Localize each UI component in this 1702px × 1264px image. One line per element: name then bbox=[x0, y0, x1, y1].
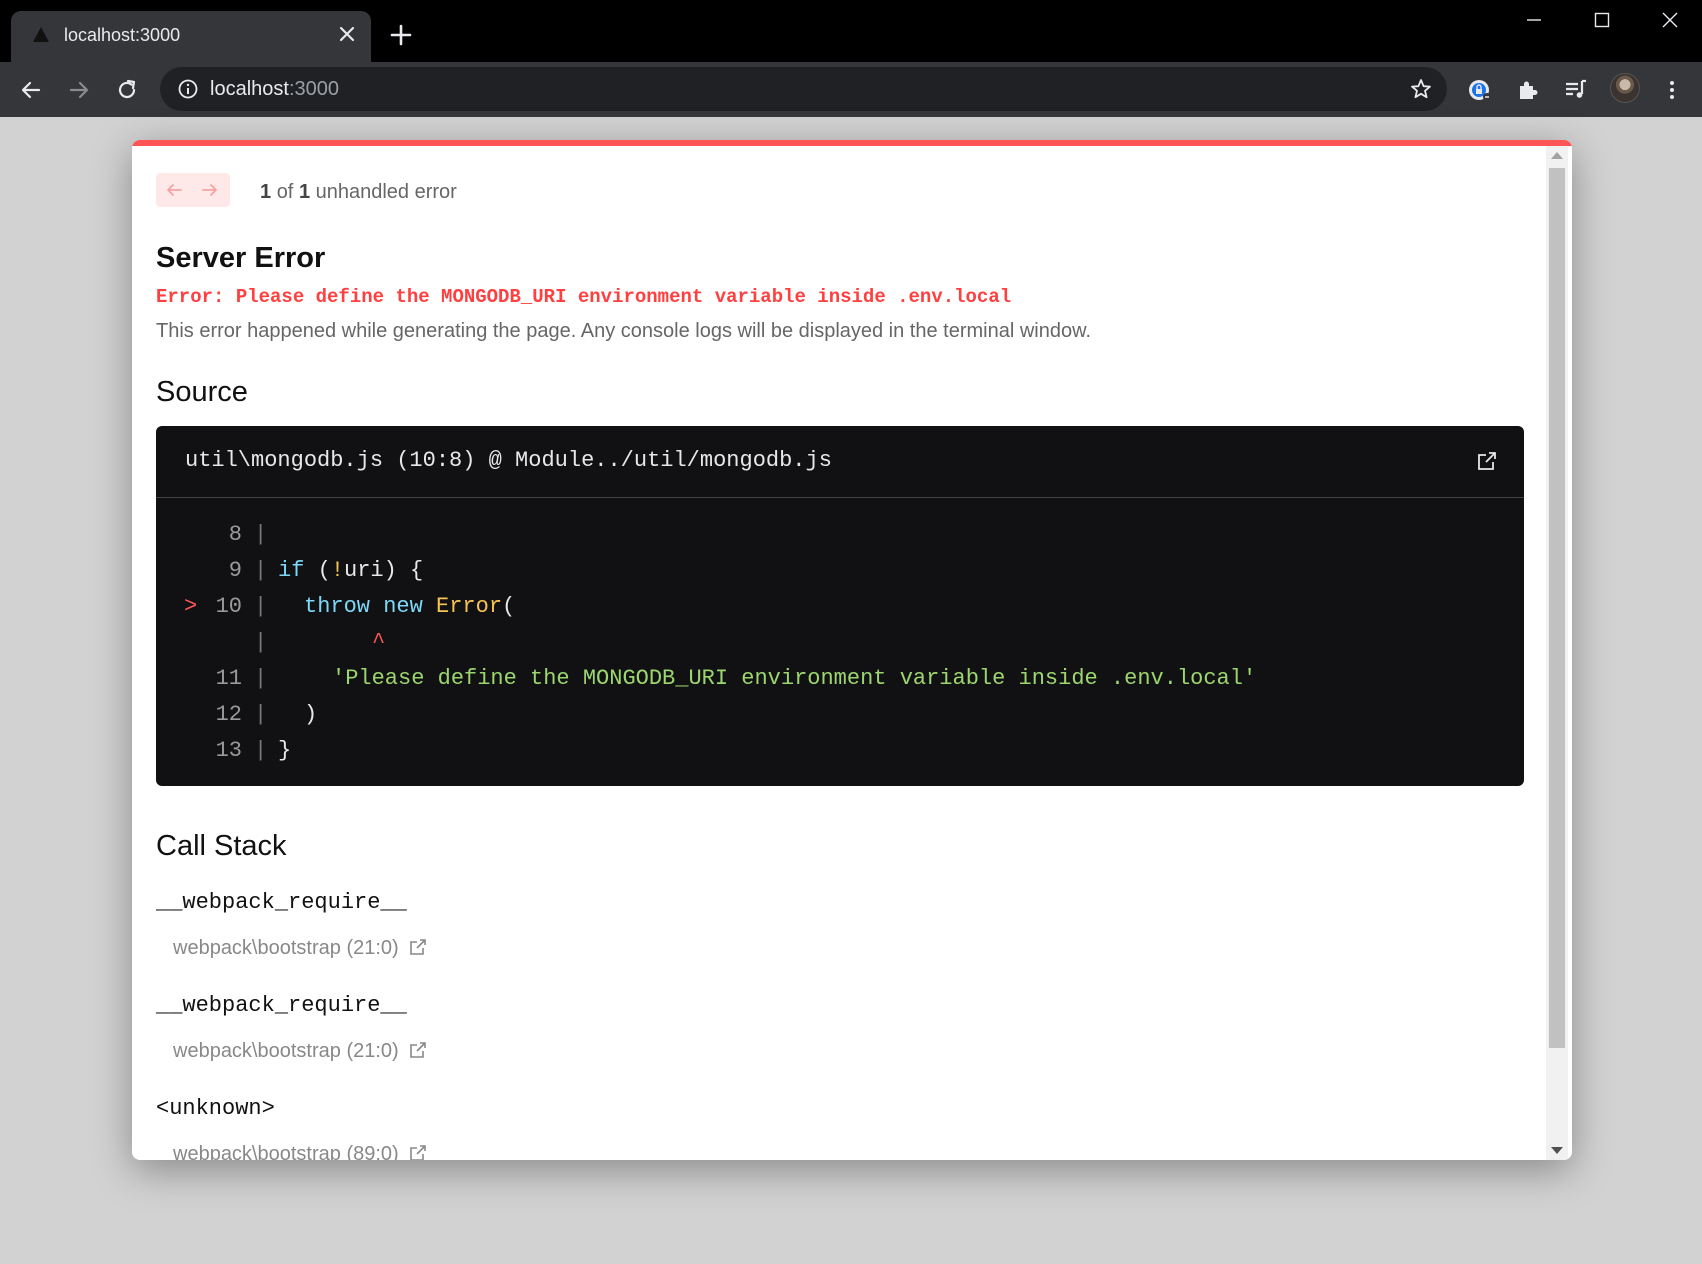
star-icon[interactable] bbox=[1409, 77, 1433, 106]
frame-location[interactable]: webpack\bootstrap (21:0) bbox=[173, 937, 427, 960]
line-number: 12 bbox=[215, 702, 242, 727]
puzzle-extensions-icon[interactable] bbox=[1512, 74, 1544, 106]
code-token: ( bbox=[502, 594, 516, 619]
line-number: 9 bbox=[228, 558, 242, 583]
line-number: 13 bbox=[215, 738, 242, 763]
code-token: } bbox=[278, 738, 292, 763]
error-count-suffix: unhandled error bbox=[315, 181, 457, 203]
kebab-menu-icon[interactable] bbox=[1656, 74, 1688, 106]
browser-toolbar: localhost:3000 bbox=[0, 62, 1702, 117]
code-line: 13 | } bbox=[156, 734, 1524, 770]
frame-function: <unknown> bbox=[156, 1096, 275, 1121]
line-gutter: | bbox=[254, 738, 268, 763]
media-queue-icon[interactable] bbox=[1560, 74, 1592, 106]
password-manager-icon[interactable] bbox=[1464, 74, 1496, 106]
line-number: 8 bbox=[228, 522, 242, 547]
back-arrow-icon[interactable] bbox=[15, 74, 47, 106]
frame-location-text: webpack\bootstrap (89:0) bbox=[173, 1143, 399, 1160]
plus-icon[interactable] bbox=[388, 22, 414, 48]
triangle-favicon-icon bbox=[33, 27, 49, 42]
error-count-total: 1 bbox=[298, 181, 311, 203]
line-text: throw new Error( bbox=[304, 594, 515, 619]
frame-location-text: webpack\bootstrap (21:0) bbox=[173, 1040, 399, 1062]
call-stack-frame[interactable]: __webpack_require__ webpack\bootstrap (2… bbox=[156, 993, 426, 1062]
source-heading: Source bbox=[156, 376, 248, 408]
code-token: ! bbox=[330, 558, 345, 583]
error-heading: Server Error bbox=[156, 242, 326, 274]
code-token: ( bbox=[304, 558, 331, 583]
code-line: 8 | bbox=[156, 518, 1524, 554]
external-link-icon[interactable] bbox=[409, 1041, 427, 1059]
error-message: Error: Please define the MONGODB_URI env… bbox=[156, 286, 1012, 308]
call-stack-heading: Call Stack bbox=[156, 830, 287, 862]
code-error-class: Error bbox=[436, 594, 503, 619]
code-line: 9 | if (!uri) { bbox=[156, 554, 1524, 590]
external-link-icon[interactable] bbox=[409, 938, 427, 956]
code-lines: 8 | 9 | if (!uri) { > 10 | throw new Err… bbox=[156, 518, 1524, 770]
forward-arrow-icon[interactable] bbox=[63, 74, 95, 106]
error-line-marker: > bbox=[184, 594, 198, 619]
url-port: :3000 bbox=[288, 78, 339, 100]
reload-icon[interactable] bbox=[111, 74, 143, 106]
line-gutter: | bbox=[254, 558, 268, 583]
code-string: 'Please define the MONGODB_URI environme… bbox=[332, 666, 1257, 691]
tab-title: localhost:3000 bbox=[64, 25, 181, 45]
frame-location-text: webpack\bootstrap (21:0) bbox=[173, 937, 399, 959]
browser-tab[interactable]: localhost:3000 bbox=[11, 11, 371, 62]
code-line: 12 | ) bbox=[156, 698, 1524, 734]
browser-titlebar: localhost:3000 bbox=[0, 0, 1702, 62]
prev-error-button[interactable] bbox=[160, 177, 188, 203]
source-code-header: util\mongodb.js (10:8) @ Module../util/m… bbox=[156, 426, 1524, 498]
frame-function: __webpack_require__ bbox=[156, 993, 407, 1018]
line-gutter: | bbox=[254, 594, 268, 619]
info-icon[interactable] bbox=[177, 78, 199, 105]
keyword-throw: throw bbox=[304, 594, 371, 619]
keyword-new: new bbox=[383, 594, 423, 619]
maximize-icon[interactable] bbox=[1568, 0, 1636, 40]
scroll-up-icon[interactable] bbox=[1551, 152, 1563, 159]
scroll-down-icon[interactable] bbox=[1551, 1147, 1563, 1154]
line-text: if (!uri) { bbox=[278, 558, 423, 583]
error-pager bbox=[156, 173, 230, 207]
line-gutter: | bbox=[254, 630, 268, 655]
error-description: This error happened while generating the… bbox=[156, 320, 1092, 342]
close-icon[interactable] bbox=[334, 21, 360, 47]
line-number: 10 bbox=[215, 594, 242, 619]
code-line-caret: | ^ bbox=[156, 626, 1524, 662]
frame-location[interactable]: webpack\bootstrap (21:0) bbox=[173, 1040, 427, 1063]
profile-avatar[interactable] bbox=[1610, 73, 1640, 103]
error-count-of: of bbox=[276, 181, 294, 203]
call-stack-frame[interactable]: __webpack_require__ webpack\bootstrap (2… bbox=[156, 890, 426, 959]
source-code-frame: util\mongodb.js (10:8) @ Module../util/m… bbox=[156, 426, 1524, 786]
line-gutter: | bbox=[254, 666, 268, 691]
overlay-accent-bar bbox=[132, 140, 1572, 146]
url-text[interactable]: localhost:3000 bbox=[210, 78, 339, 101]
external-link-icon[interactable] bbox=[1476, 450, 1498, 477]
line-gutter: | bbox=[254, 702, 268, 727]
external-link-icon[interactable] bbox=[409, 1144, 427, 1160]
next-error-button[interactable] bbox=[196, 177, 224, 203]
line-number: 11 bbox=[215, 666, 242, 691]
source-file-link[interactable]: util\mongodb.js (10:8) @ Module../util/m… bbox=[185, 448, 832, 473]
code-line-highlighted: > 10 | throw new Error( bbox=[156, 590, 1524, 626]
keyword-if: if bbox=[278, 558, 305, 583]
call-stack-frame[interactable]: <unknown> webpack\bootstrap (89:0) bbox=[156, 1096, 426, 1160]
line-gutter: | bbox=[254, 522, 268, 547]
code-token: ) bbox=[304, 702, 318, 727]
error-caret: ^ bbox=[372, 630, 386, 655]
code-token: uri) { bbox=[344, 558, 424, 583]
error-overlay: 1 of 1 unhandled error Server Error Erro… bbox=[132, 140, 1572, 1160]
url-host: localhost bbox=[210, 78, 289, 100]
error-count-current: 1 bbox=[260, 181, 272, 203]
window-close-icon[interactable] bbox=[1636, 0, 1702, 40]
error-count: 1 of 1 unhandled error bbox=[260, 181, 457, 204]
frame-location[interactable]: webpack\bootstrap (89:0) bbox=[173, 1143, 427, 1160]
scrollbar-thumb[interactable] bbox=[1549, 168, 1565, 1048]
address-bar[interactable]: localhost:3000 bbox=[160, 67, 1447, 111]
minimize-icon[interactable] bbox=[1500, 0, 1568, 40]
code-line: 11 | 'Please define the MONGODB_URI envi… bbox=[156, 662, 1524, 698]
overlay-scrollbar[interactable] bbox=[1546, 146, 1568, 1160]
frame-function: __webpack_require__ bbox=[156, 890, 407, 915]
